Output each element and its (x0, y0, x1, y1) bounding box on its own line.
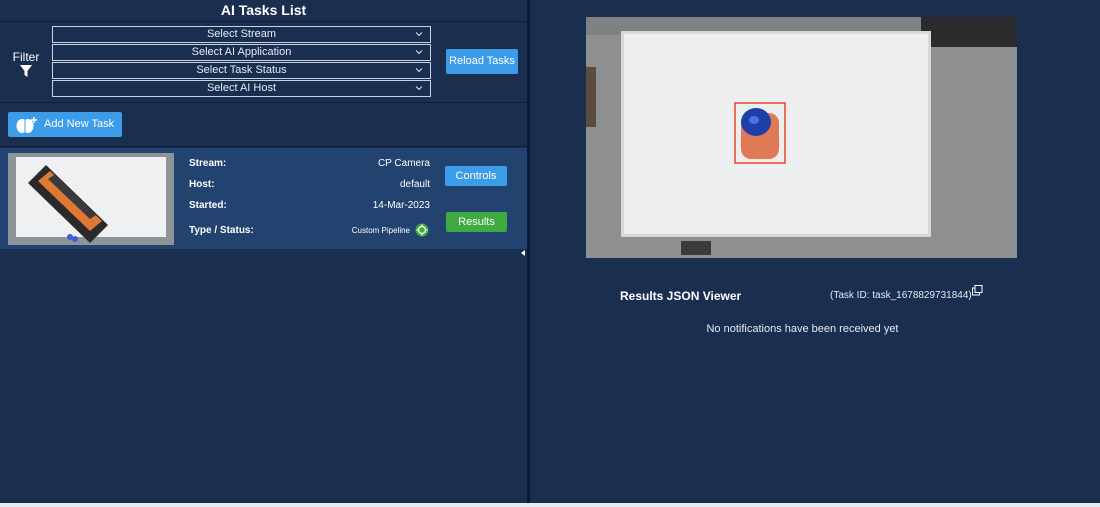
select-stream-value: Select Stream (206, 28, 277, 40)
divider (0, 102, 527, 103)
type-value: Custom Pipeline (351, 226, 410, 235)
brain-plus-icon (16, 117, 37, 133)
stream-value: CP Camera (377, 158, 430, 169)
select-ai-application-value: Select AI Application (191, 46, 292, 58)
filter-label: Filter (12, 50, 40, 64)
copy-icon[interactable] (972, 285, 983, 296)
type-status-label: Type / Status: (189, 225, 254, 236)
task-card[interactable]: Stream: CP Camera Host: default Started:… (0, 148, 527, 249)
tasks-panel: AI Tasks List Filter Select Stream Selec… (0, 0, 527, 503)
results-json-title: Results JSON Viewer (620, 289, 742, 303)
add-new-task-button[interactable]: Add New Task (8, 112, 122, 137)
results-button[interactable]: Results (446, 212, 507, 232)
chevron-down-icon (415, 86, 423, 91)
divider (0, 21, 527, 22)
add-new-task-label: Add New Task (44, 118, 115, 130)
host-value: default (399, 179, 430, 190)
select-task-status[interactable]: Select Task Status (52, 62, 431, 79)
select-stream[interactable]: Select Stream (52, 26, 431, 43)
task-id-text: (Task ID: task_1678829731844) (830, 290, 972, 301)
stream-label: Stream: (189, 158, 227, 169)
chevron-down-icon (415, 68, 423, 73)
bottom-edge (0, 503, 1100, 507)
host-label: Host: (189, 179, 215, 190)
select-ai-host-value: Select AI Host (206, 82, 277, 94)
empty-notifications-text: No notifications have been received yet (706, 323, 899, 335)
reload-tasks-button[interactable]: Reload Tasks (446, 49, 518, 74)
select-ai-host[interactable]: Select AI Host (52, 80, 431, 97)
started-label: Started: (189, 200, 227, 211)
task-thumbnail[interactable] (8, 153, 174, 245)
select-ai-application[interactable]: Select AI Application (52, 44, 431, 61)
chevron-down-icon (415, 50, 423, 55)
controls-button[interactable]: Controls (445, 166, 507, 186)
started-value: 14-Mar-2023 (372, 200, 430, 211)
select-task-status-value: Select Task Status (196, 64, 287, 76)
chevron-down-icon (415, 32, 423, 37)
status-running-icon (415, 223, 429, 237)
camera-feed (586, 17, 1017, 258)
divider (0, 146, 527, 147)
filter-icon[interactable] (20, 65, 32, 77)
page-title: AI Tasks List (220, 2, 307, 18)
